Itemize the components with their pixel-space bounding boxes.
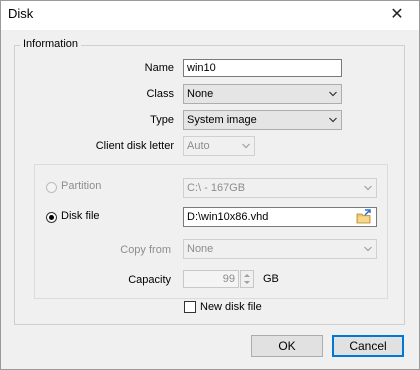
chevron-down-icon: [329, 91, 337, 98]
capacity-spinner[interactable]: [240, 270, 254, 288]
group-title: Information: [20, 38, 82, 50]
copy-from-value: None: [187, 243, 214, 255]
type-dropdown[interactable]: System image: [183, 110, 342, 130]
chevron-down-icon: [329, 117, 337, 124]
capacity-unit: GB: [263, 273, 279, 285]
client-disk-letter-dropdown[interactable]: Auto: [183, 136, 255, 156]
partition-radio[interactable]: [46, 182, 57, 193]
class-value: None: [187, 88, 214, 100]
disk-dialog: Disk ✕ Information Name win10 Class None…: [0, 0, 420, 370]
window-title: Disk: [8, 6, 34, 21]
capacity-input[interactable]: 99: [183, 270, 239, 288]
capacity-label: Capacity: [128, 274, 171, 286]
class-dropdown[interactable]: None: [183, 84, 342, 104]
cancel-button[interactable]: Cancel: [332, 335, 404, 357]
ok-button[interactable]: OK: [251, 335, 323, 357]
copy-from-label: Copy from: [120, 244, 171, 256]
name-label: Name: [144, 62, 174, 74]
disk-file-label: Disk file: [61, 210, 100, 222]
close-icon[interactable]: ✕: [375, 1, 419, 30]
chevron-down-icon: [364, 246, 372, 253]
client-disk-letter-label: Client disk letter: [95, 140, 174, 152]
chevron-down-icon: [242, 143, 250, 150]
title-bar: Disk ✕: [1, 1, 419, 30]
client-disk-letter-value: Auto: [187, 140, 210, 152]
copy-from-dropdown[interactable]: None: [183, 239, 377, 259]
partition-value: C:\ - 167GB: [187, 182, 246, 194]
browse-folder-icon[interactable]: [356, 209, 372, 225]
chevron-down-icon: [364, 185, 372, 192]
partition-dropdown[interactable]: C:\ - 167GB: [183, 178, 377, 198]
class-label: Class: [146, 88, 174, 100]
name-input[interactable]: win10: [183, 59, 342, 77]
radio-selected-dot: [49, 215, 54, 220]
disk-file-input[interactable]: D:\win10x86.vhd: [183, 207, 377, 227]
disk-file-value: D:\win10x86.vhd: [187, 211, 269, 223]
new-disk-file-checkbox[interactable]: [184, 301, 196, 313]
new-disk-file-label: New disk file: [200, 301, 262, 313]
type-value: System image: [187, 114, 257, 126]
disk-file-radio[interactable]: [46, 212, 57, 223]
type-label: Type: [150, 114, 174, 126]
partition-label: Partition: [61, 180, 102, 192]
